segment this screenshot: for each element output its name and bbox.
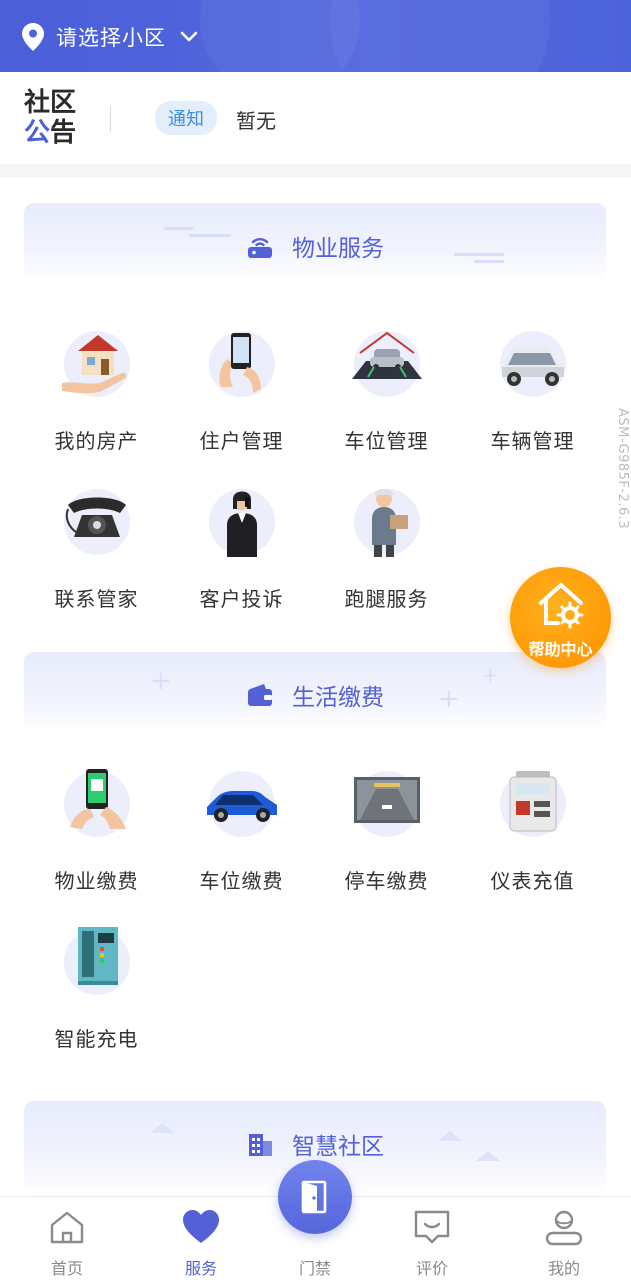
delivery-man-icon	[371, 489, 408, 557]
tab-home-label: 首页	[50, 1259, 83, 1278]
life-payment-header: + + + 生活缴费	[24, 652, 606, 732]
icon-circle	[499, 331, 566, 397]
community-notice-bar[interactable]: 社区 公告 通知 暂无	[0, 72, 631, 164]
notice-text: 暂无	[236, 109, 276, 133]
notice-logo-rest: 告	[50, 118, 77, 148]
tab-mine-label: 我的	[547, 1259, 580, 1278]
grid-item-label: 仪表充值	[490, 869, 575, 893]
community-selector[interactable]: 请选择小区	[22, 22, 198, 52]
chevron-down-icon	[180, 31, 198, 42]
mobile-payment-icon	[69, 769, 130, 835]
icon-circle	[63, 769, 130, 837]
phone-in-hand-icon	[218, 333, 261, 393]
building-icon	[249, 1134, 272, 1156]
suv-car-icon	[501, 347, 564, 386]
grid-item-label: 物业缴费	[54, 869, 139, 893]
door-access-button[interactable]	[278, 1160, 352, 1234]
user-icon	[545, 1210, 583, 1246]
grid-item-parking-space-management[interactable]: 车位管理	[314, 331, 459, 454]
grid-item-label: 联系管家	[54, 587, 139, 611]
version-watermark: ASM-G985F-2.6.3	[615, 408, 630, 530]
grid-item-meter-recharge[interactable]: 仪表充值	[460, 771, 605, 894]
grid-item-parking-space-fee[interactable]: 车位缴费	[169, 771, 314, 894]
parking-lot-icon	[353, 777, 420, 823]
notice-tag: 通知	[155, 101, 217, 135]
grid-item-label: 跑腿服务	[344, 587, 429, 611]
icon-circle	[206, 771, 277, 837]
top-bar: 请选择小区	[0, 0, 631, 72]
grid-item-label: 停车缴费	[344, 869, 429, 893]
grid-item-customer-complaint[interactable]: 客户投诉	[169, 489, 314, 612]
parking-garage-icon	[351, 331, 422, 379]
help-center-label: 帮助中心	[528, 640, 593, 659]
grid-item-my-property[interactable]: 我的房产	[24, 331, 169, 454]
heart-icon	[183, 1210, 219, 1243]
icon-circle	[63, 489, 130, 555]
community-selector-label: 请选择小区	[56, 26, 166, 50]
grid-item-errand-service[interactable]: 跑腿服务	[314, 489, 459, 612]
blue-car-icon	[206, 791, 277, 822]
notice-logo-line1: 社区	[24, 88, 77, 118]
tab-access-control-label: 门禁	[298, 1259, 331, 1278]
icon-circle	[61, 331, 130, 397]
smart-community-title-text: 智慧社区	[292, 1134, 384, 1160]
icon-circle	[63, 927, 130, 995]
icon-circle	[208, 489, 275, 557]
property-services-title-text: 物业服务	[292, 236, 384, 262]
door-icon	[301, 1180, 327, 1214]
retro-telephone-icon	[65, 497, 126, 537]
grid-item-label: 车辆管理	[490, 429, 575, 453]
grid-item-contact-butler[interactable]: 联系管家	[24, 489, 169, 612]
grid-item-vehicle-management[interactable]: 车辆管理	[460, 331, 605, 454]
grid-item-label: 客户投诉	[199, 587, 284, 611]
notice-divider	[110, 106, 111, 132]
grid-item-label: 车位管理	[344, 429, 429, 453]
life-payment-title-text: 生活缴费	[292, 685, 384, 711]
grid-item-label: 住户管理	[199, 429, 284, 453]
section-gap	[0, 164, 631, 178]
notice-logo-accent: 公	[24, 118, 51, 148]
notice-logo: 社区 公告	[24, 88, 84, 148]
router-icon	[248, 237, 272, 258]
tab-reviews-label: 评价	[415, 1259, 448, 1278]
icon-circle	[353, 771, 420, 837]
home-gear-icon	[539, 583, 584, 629]
tab-reviews[interactable]: 评价	[382, 1197, 482, 1280]
property-services-header: 物业服务	[24, 203, 606, 283]
life-payment-title: 生活缴费	[24, 678, 606, 712]
header-decoration	[330, 0, 550, 72]
tab-services-label: 服务	[184, 1259, 217, 1278]
electric-meter-icon	[509, 771, 556, 832]
tab-services[interactable]: 服务	[151, 1197, 251, 1280]
icon-circle	[353, 489, 420, 557]
grid-item-label: 智能充电	[54, 1027, 139, 1051]
tab-mine[interactable]: 我的	[514, 1197, 614, 1280]
help-center-button[interactable]: 帮助中心	[510, 567, 611, 668]
comment-icon	[414, 1210, 450, 1244]
notice-logo-line2: 公告	[24, 118, 84, 148]
grid-item-parking-fee[interactable]: 停车缴费	[314, 771, 459, 894]
grid-item-property-fee[interactable]: 物业缴费	[24, 769, 169, 894]
businesswoman-phone-icon	[226, 491, 257, 557]
wallet-icon	[248, 684, 272, 706]
charging-station-icon	[77, 927, 118, 985]
grid-item-smart-charging[interactable]: 智能充电	[24, 927, 169, 1052]
house-in-hand-icon	[61, 335, 126, 394]
location-pin-icon	[22, 23, 44, 51]
home-icon	[50, 1211, 84, 1244]
grid-item-resident-management[interactable]: 住户管理	[169, 331, 314, 454]
smart-community-title: 智慧社区	[24, 1127, 606, 1161]
icon-circle	[208, 331, 275, 397]
property-services-title: 物业服务	[24, 229, 606, 263]
tab-home[interactable]: 首页	[17, 1197, 117, 1280]
icon-circle	[351, 331, 422, 397]
grid-item-label: 车位缴费	[199, 869, 284, 893]
grid-item-label: 我的房产	[54, 429, 139, 453]
icon-circle	[499, 771, 566, 837]
